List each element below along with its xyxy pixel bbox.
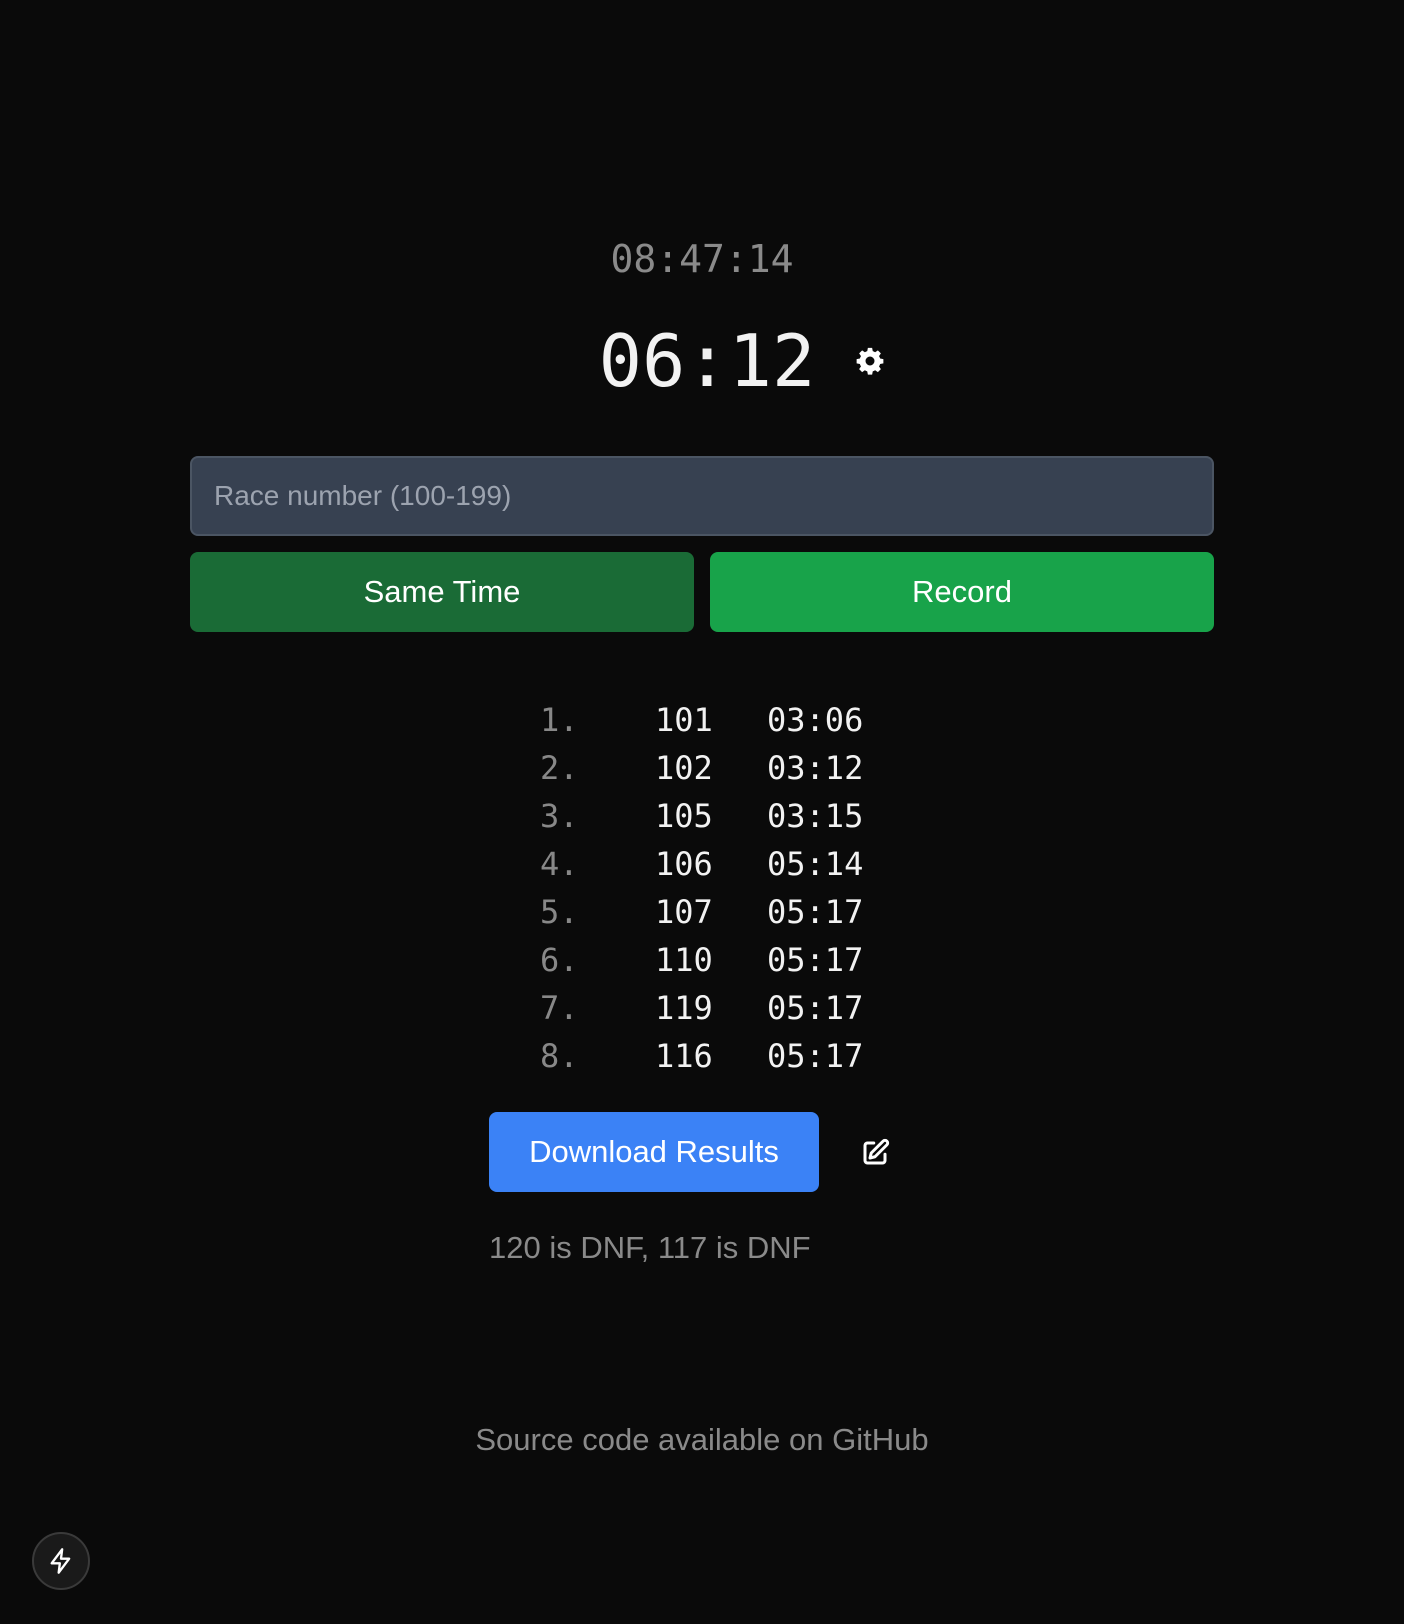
result-race-number: 116 bbox=[655, 1037, 713, 1075]
result-row: 4. 106 05:14 bbox=[540, 840, 877, 888]
results-list: 1. 101 03:06 2. 102 03:12 3. 105 03:15 4… bbox=[540, 696, 877, 1080]
result-row: 3. 105 03:15 bbox=[540, 792, 877, 840]
result-position: 2. bbox=[540, 749, 579, 787]
gear-icon[interactable] bbox=[855, 346, 885, 376]
result-time: 05:17 bbox=[767, 893, 864, 931]
result-time: 05:14 bbox=[767, 845, 864, 883]
edit-icon[interactable] bbox=[860, 1138, 890, 1168]
result-row: 2. 102 03:12 bbox=[540, 744, 877, 792]
result-time: 05:17 bbox=[767, 1037, 864, 1075]
result-time: 03:06 bbox=[767, 701, 864, 739]
result-position: 7. bbox=[540, 989, 579, 1027]
result-time: 05:17 bbox=[767, 989, 864, 1027]
dnf-status: 120 is DNF, 117 is DNF bbox=[489, 1230, 811, 1265]
source-code-link[interactable]: Source code available on GitHub bbox=[0, 1420, 1404, 1460]
current-clock: 08:47:14 bbox=[610, 237, 794, 281]
result-time: 03:12 bbox=[767, 749, 864, 787]
race-number-input[interactable] bbox=[190, 456, 1214, 536]
result-row: 6. 110 05:17 bbox=[540, 936, 877, 984]
result-position: 4. bbox=[540, 845, 579, 883]
result-time: 03:15 bbox=[767, 797, 864, 835]
result-position: 6. bbox=[540, 941, 579, 979]
result-time: 05:17 bbox=[767, 941, 864, 979]
result-position: 5. bbox=[540, 893, 579, 931]
result-row: 7. 119 05:17 bbox=[540, 984, 877, 1032]
result-position: 3. bbox=[540, 797, 579, 835]
result-race-number: 105 bbox=[655, 797, 713, 835]
result-race-number: 101 bbox=[655, 701, 713, 739]
result-row: 8. 116 05:17 bbox=[540, 1032, 877, 1080]
result-row: 5. 107 05:17 bbox=[540, 888, 877, 936]
result-race-number: 107 bbox=[655, 893, 713, 931]
race-timer: 06:12 bbox=[598, 319, 816, 403]
same-time-button[interactable]: Same Time bbox=[190, 552, 694, 632]
race-timer-row: 06:12 bbox=[0, 316, 1404, 406]
result-position: 8. bbox=[540, 1037, 579, 1075]
result-race-number: 110 bbox=[655, 941, 713, 979]
record-button[interactable]: Record bbox=[710, 552, 1214, 632]
result-race-number: 102 bbox=[655, 749, 713, 787]
result-position: 1. bbox=[540, 701, 579, 739]
result-race-number: 106 bbox=[655, 845, 713, 883]
result-row: 1. 101 03:06 bbox=[540, 696, 877, 744]
result-race-number: 119 bbox=[655, 989, 713, 1027]
lightning-icon[interactable] bbox=[32, 1532, 90, 1590]
download-results-button[interactable]: Download Results bbox=[489, 1112, 819, 1192]
